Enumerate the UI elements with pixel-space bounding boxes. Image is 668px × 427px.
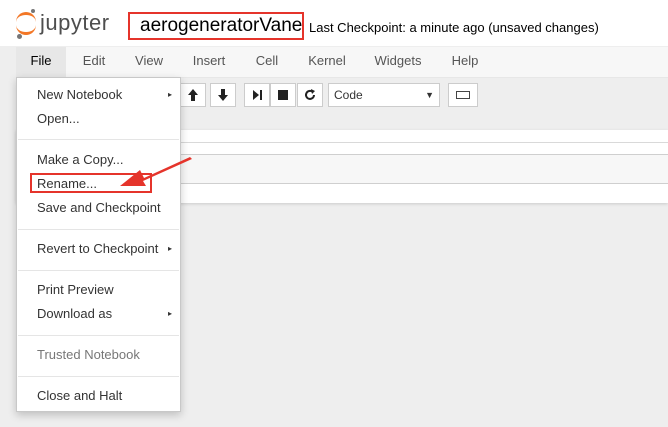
- header: jupyter aerogeneratorVane Last Checkpoin…: [0, 0, 668, 46]
- menu-item-download-as[interactable]: Download as ▸: [17, 303, 180, 325]
- menu-item-revert-checkpoint[interactable]: Revert to Checkpoint ▸: [17, 238, 180, 260]
- menu-kernel[interactable]: Kernel: [302, 47, 352, 77]
- menu-divider: [18, 229, 179, 230]
- logo-orb-top: [16, 12, 36, 23]
- cell-type-select[interactable]: Code ▼: [328, 83, 440, 107]
- checkpoint-status: Last Checkpoint: a minute ago (unsaved c…: [309, 20, 599, 35]
- menu-help[interactable]: Help: [442, 47, 488, 77]
- command-palette-button[interactable]: [448, 83, 478, 107]
- move-up-button[interactable]: [180, 83, 206, 107]
- logo-moon-dot: [17, 34, 22, 39]
- step-forward-icon: [253, 90, 262, 100]
- menu-item-make-copy[interactable]: Make a Copy...: [17, 149, 180, 171]
- menu-divider: [18, 139, 179, 140]
- cell-divider: [166, 142, 668, 143]
- menu-view[interactable]: View: [126, 47, 172, 77]
- menu-item-save-checkpoint[interactable]: Save and Checkpoint: [17, 197, 180, 219]
- menu-item-label: Download as: [37, 306, 113, 321]
- keyboard-icon: [456, 91, 470, 99]
- menu-item-close-halt[interactable]: Close and Halt: [17, 385, 180, 407]
- arrow-down-icon: [218, 89, 228, 101]
- chevron-right-icon: ▸: [167, 244, 172, 253]
- menu-item-label: New Notebook: [37, 87, 123, 102]
- menu-widgets[interactable]: Widgets: [368, 47, 428, 77]
- notebook-name[interactable]: aerogeneratorVane: [128, 12, 304, 40]
- menu-insert[interactable]: Insert: [186, 47, 232, 77]
- logo-moon-dot: [31, 9, 35, 13]
- menu-item-open[interactable]: Open...: [17, 108, 180, 130]
- move-down-button[interactable]: [210, 83, 236, 107]
- chevron-right-icon: ▸: [167, 90, 172, 99]
- menu-item-trusted-notebook: Trusted Notebook: [37, 347, 140, 362]
- menu-divider: [18, 335, 179, 336]
- refresh-icon: [305, 89, 315, 100]
- menu-edit[interactable]: Edit: [71, 47, 117, 77]
- menu-item-print-preview[interactable]: Print Preview: [17, 279, 180, 301]
- file-menu-dropdown: New Notebook ▸ Open... Make a Copy... Re…: [16, 77, 181, 412]
- menu-divider: [18, 376, 179, 377]
- chevron-right-icon: ▸: [167, 309, 172, 318]
- run-cell-button[interactable]: [244, 83, 270, 107]
- logo-text: jupyter: [40, 10, 110, 35]
- chevron-down-icon: ▼: [425, 90, 434, 100]
- restart-kernel-button[interactable]: [297, 83, 323, 107]
- menu-divider: [18, 270, 179, 271]
- annotation-highlight-box: [30, 173, 152, 193]
- menubar: File Edit View Insert Cell Kernel Widget…: [16, 47, 668, 78]
- stop-icon: [278, 90, 288, 100]
- jupyter-logo[interactable]: jupyter: [16, 9, 124, 39]
- menu-file[interactable]: File: [16, 47, 66, 77]
- menu-item-label: Revert to Checkpoint: [37, 241, 159, 256]
- menu-item-new-notebook[interactable]: New Notebook ▸: [17, 84, 180, 106]
- code-cell-input[interactable]: [166, 154, 668, 184]
- arrow-up-icon: [188, 89, 198, 101]
- interrupt-kernel-button[interactable]: [270, 83, 296, 107]
- cell-type-value: Code: [334, 88, 363, 102]
- menu-cell[interactable]: Cell: [244, 47, 290, 77]
